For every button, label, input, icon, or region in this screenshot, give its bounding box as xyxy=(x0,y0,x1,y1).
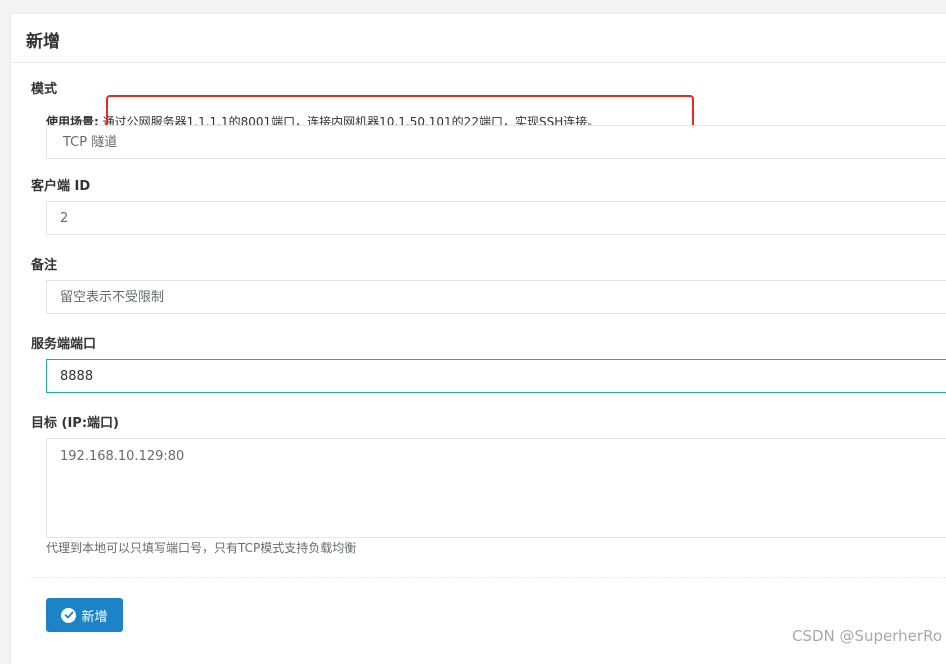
target-textarea[interactable]: 192.168.10.129:80 xyxy=(46,438,946,538)
server-port-input[interactable]: 8888 xyxy=(46,359,946,393)
panel-header: 新增 xyxy=(11,14,946,63)
form-divider xyxy=(31,577,946,578)
add-submit-button[interactable]: 新增 xyxy=(46,598,123,632)
add-submit-label: 新增 xyxy=(81,606,107,625)
check-circle-icon xyxy=(61,608,76,623)
add-form-panel: 新增 模式 使用场景: 通过公网服务器1.1.1.1的8001端口，连接内网机器… xyxy=(10,13,946,664)
mode-label: 模式 xyxy=(31,78,57,97)
target-help-text: 代理到本地可以只填写端口号，只有TCP模式支持负载均衡 xyxy=(46,539,356,556)
remark-input[interactable]: 留空表示不受限制 xyxy=(46,280,946,314)
target-label: 目标 (IP:端口) xyxy=(31,412,119,431)
remark-label: 备注 xyxy=(31,254,57,273)
top-strip xyxy=(0,0,946,8)
mode-select[interactable]: TCP 隧道 xyxy=(46,125,946,159)
watermark: CSDN @SuperherRo xyxy=(792,627,942,645)
client-id-label: 客户端 ID xyxy=(31,175,90,194)
server-port-label: 服务端端口 xyxy=(31,333,96,352)
client-id-input[interactable]: 2 xyxy=(46,201,946,235)
panel-title: 新增 xyxy=(26,27,60,52)
